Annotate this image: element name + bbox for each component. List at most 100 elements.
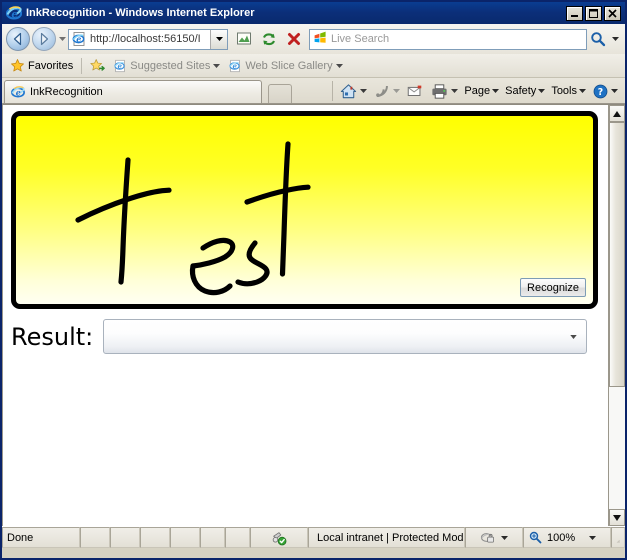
maximize-button[interactable] [585,5,602,21]
browser-chrome: e http://localhost:56150/I Live Search F… [2,24,625,104]
star-icon [11,59,24,72]
chevron-down-icon [393,89,401,93]
web-slice-gallery-label: Web Slice Gallery [245,59,333,72]
address-text: http://localhost:56150/I [90,33,201,45]
scroll-down-button[interactable] [609,509,625,526]
search-button[interactable] [587,28,609,51]
svg-text:e: e [233,61,238,70]
chevron-down-icon [501,535,508,540]
help-menu[interactable]: ? [589,80,621,102]
back-button[interactable] [6,27,30,51]
ie-logo-icon: e [5,5,23,21]
toolbar-separator [332,81,334,101]
rss-icon [376,85,389,97]
ink-input-canvas[interactable]: Recognize [11,111,598,309]
toolbar-separator [81,57,83,74]
scroll-thumb[interactable] [609,122,625,387]
content-area: Recognize Result: [2,104,625,526]
window-title: InkRecognition - Windows Internet Explor… [26,7,255,19]
chevron-down-icon [589,535,597,540]
triangle-up-icon [613,110,621,117]
favorites-bar: Favorites e Suggested Sites e Web Slice … [2,54,625,78]
search-input[interactable]: Live Search [331,33,586,45]
stop-button[interactable] [281,27,306,52]
tab-inkrecognition[interactable]: e InkRecognition [4,80,262,103]
title-bar: e InkRecognition - Windows Internet Expl… [2,2,625,24]
status-spacer [80,527,110,548]
print-button[interactable] [427,80,461,102]
svg-text:e: e [76,34,81,44]
suggested-sites-label: Suggested Sites [130,59,211,72]
chevron-down-icon [451,89,459,93]
chevron-down-icon [538,89,546,93]
windows-logo-icon [312,31,328,47]
tools-menu[interactable]: Tools [548,80,589,102]
navigation-toolbar: e http://localhost:56150/I Live Search [2,24,625,54]
status-bar: Done Local intranet | Protected Mode: On [2,526,625,548]
scroll-track[interactable] [609,122,625,509]
address-bar[interactable]: e http://localhost:56150/I [68,28,228,50]
magnifier-icon [529,531,542,544]
favorites-label: Favorites [28,59,74,72]
search-box[interactable]: Live Search [309,28,587,50]
page-icon: e [71,31,87,47]
search-options-button[interactable] [609,28,621,51]
forward-button[interactable] [32,27,56,51]
read-mail-button[interactable] [403,80,427,102]
svg-text:e: e [11,9,17,20]
svg-text:e: e [118,61,123,70]
chevron-down-icon [579,89,586,93]
scroll-up-button[interactable] [609,105,625,122]
zoom-control[interactable]: 100% [523,527,611,548]
page-menu-label: Page [464,85,491,97]
chevron-down-icon [213,63,221,68]
mail-icon [408,85,422,96]
minimize-button[interactable] [566,5,583,21]
home-icon [341,83,357,98]
new-tab-button[interactable] [268,84,292,103]
recognize-button[interactable]: Recognize [520,278,586,297]
safety-menu[interactable]: Safety [502,80,548,102]
compatibility-view-button[interactable] [231,27,256,52]
close-button[interactable] [604,5,621,21]
chevron-down-icon [360,89,368,93]
vertical-scrollbar[interactable] [608,105,625,526]
protected-mode-icon [272,531,287,545]
address-dropdown-button[interactable] [210,29,227,49]
tab-bar: e InkRecognition Page Safety Tools ? [2,78,625,104]
recent-pages-button[interactable] [56,27,68,51]
svg-text:?: ? [598,87,603,98]
protected-mode-indicator[interactable] [250,527,308,548]
security-zone-cell[interactable]: Local intranet | Protected Mode: On [308,527,465,548]
feeds-button[interactable] [370,80,403,102]
window-controls [566,5,623,21]
home-button[interactable] [336,80,370,102]
browser-window: e InkRecognition - Windows Internet Expl… [0,0,627,560]
status-spacer [225,527,250,548]
ie-logo-icon: e [229,59,241,72]
favorites-center-button[interactable]: Favorites [6,56,77,76]
result-label: Result: [11,322,94,351]
safety-menu-label: Safety [505,85,537,97]
status-spacer [170,527,200,548]
zoom-level-text: 100% [547,531,576,544]
resize-grip[interactable] [611,527,625,548]
privacy-report-icon [480,533,494,543]
result-row: Result: [11,319,598,354]
web-slice-gallery-button[interactable]: e Web Slice Gallery [224,56,346,76]
ie-logo-icon: e [114,59,126,72]
suggested-sites-button[interactable]: e Suggested Sites [109,56,224,76]
page-menu[interactable]: Page [461,80,502,102]
security-zone-text: Local intranet | Protected Mode: On [317,531,464,544]
web-page: Recognize Result: [2,105,608,526]
add-to-favorites-bar-button[interactable] [86,56,109,76]
chevron-down-icon [492,89,500,93]
resize-grip-icon [616,539,620,543]
svg-text:e: e [16,89,21,98]
status-text: Done [2,527,80,548]
privacy-report-button[interactable] [465,527,523,548]
status-spacer [140,527,170,548]
result-dropdown[interactable] [103,319,588,354]
refresh-button[interactable] [256,27,281,52]
chevron-down-icon [611,89,618,93]
